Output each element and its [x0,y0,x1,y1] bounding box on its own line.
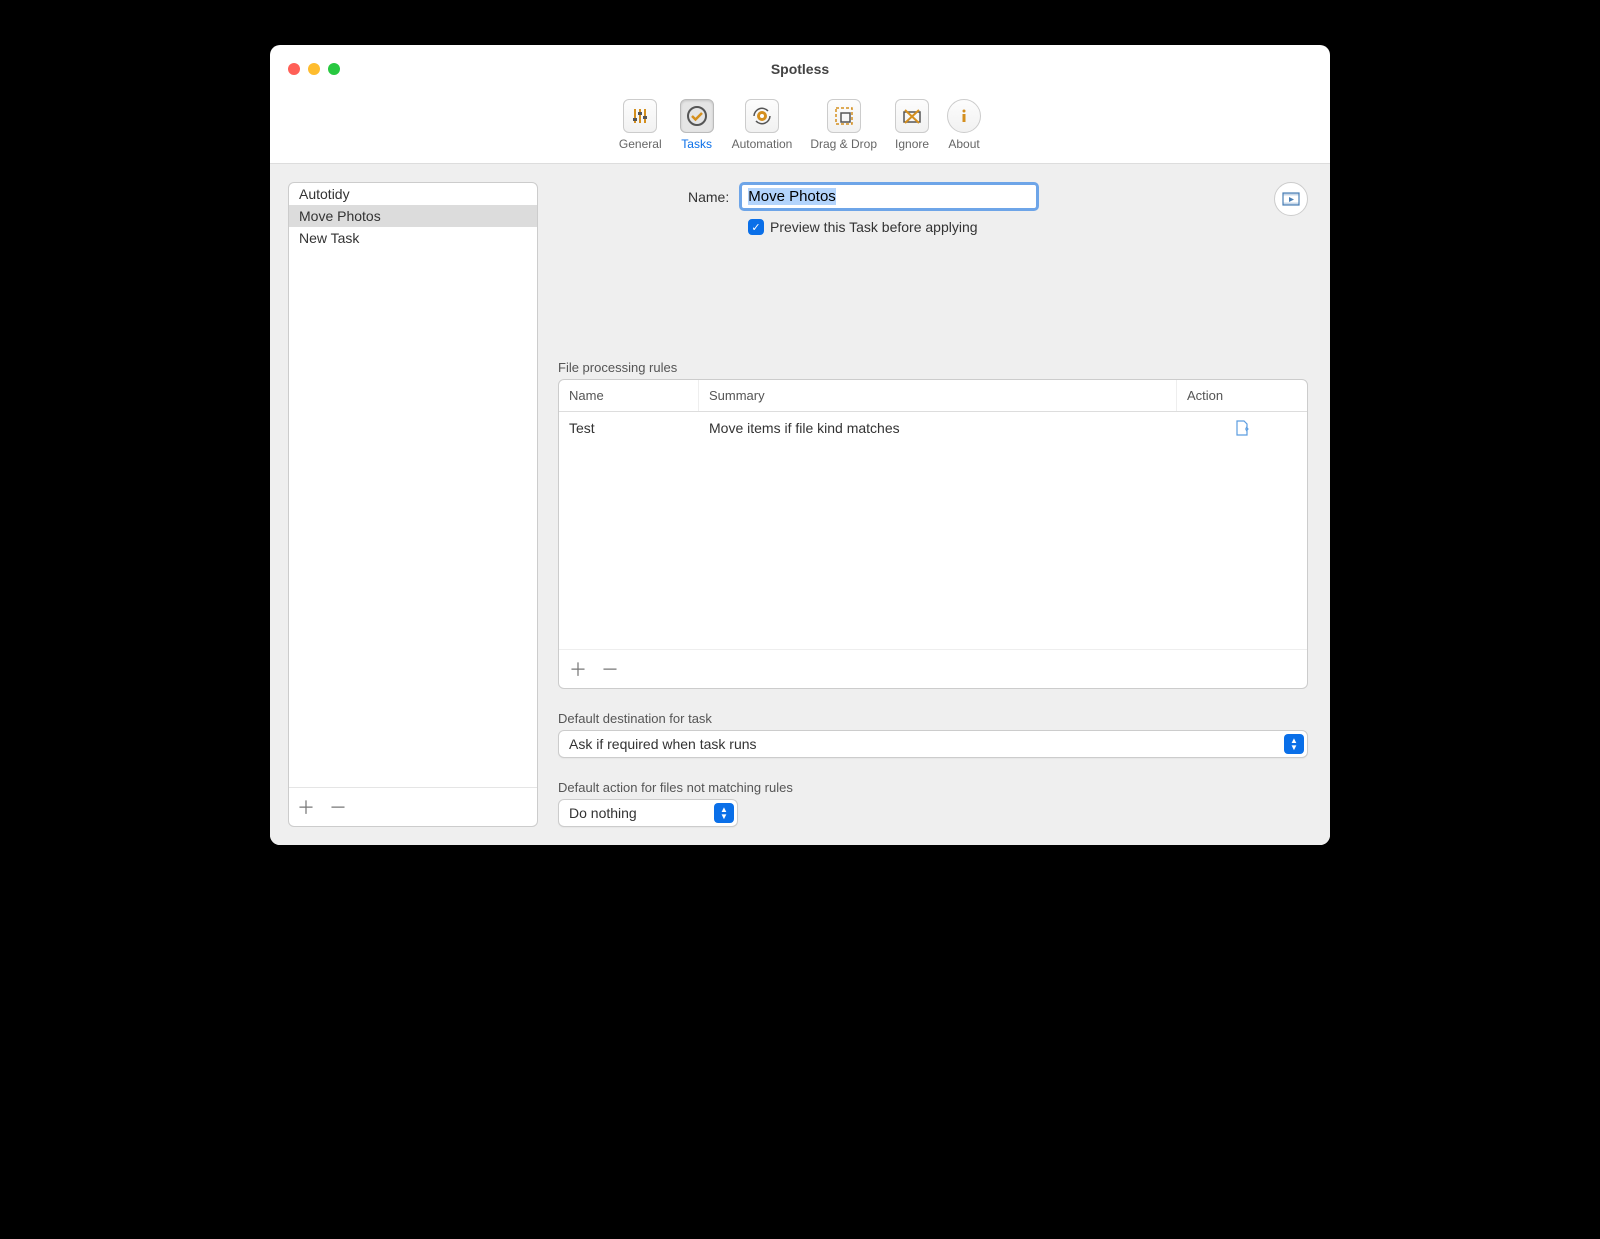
default-action-select[interactable]: Do nothing ▲▼ [558,799,738,827]
ignore-icon [895,99,929,133]
drag-drop-icon [827,99,861,133]
sidebar-footer: ＋ － [289,787,537,826]
chevron-up-down-icon: ▲▼ [714,803,734,823]
sidebar-item-autotidy[interactable]: Autotidy [289,183,537,205]
toolbar-label: General [619,137,662,151]
sliders-icon [623,99,657,133]
chevron-up-down-icon: ▲▼ [1284,734,1304,754]
window-controls [288,63,340,75]
default-destination-select[interactable]: Ask if required when task runs ▲▼ [558,730,1308,758]
sidebar-item-move-photos[interactable]: Move Photos [289,205,537,227]
toolbar-tab-ignore[interactable]: Ignore [891,97,933,153]
film-play-icon [1281,189,1301,209]
info-icon [947,99,981,133]
preferences-window: Spotless General Tasks [270,45,1330,845]
toolbar-tab-automation[interactable]: Automation [728,97,797,153]
toolbar-label: Automation [732,137,793,151]
rule-name-cell: Test [559,412,699,444]
column-header-name[interactable]: Name [559,380,699,411]
rules-table-header: Name Summary Action [559,380,1307,412]
name-section: Name: ✓ Preview this Task before applyin… [558,182,1308,338]
preferences-toolbar: General Tasks Automation [270,93,1330,164]
content-area: Autotidy Move Photos New Task ＋ － [270,164,1330,845]
task-detail-panel: Name: ✓ Preview this Task before applyin… [548,164,1330,845]
rules-footer: ＋ － [559,649,1307,688]
preview-checkbox[interactable]: ✓ [748,219,764,235]
column-header-action[interactable]: Action [1177,380,1307,411]
tasks-sidebar: Autotidy Move Photos New Task ＋ － [288,182,538,827]
gear-cycle-icon [745,99,779,133]
rule-summary-cell: Move items if file kind matches [699,412,1177,444]
help-video-button[interactable] [1274,182,1308,216]
default-action-section-label: Default action for files not matching ru… [558,780,1308,795]
remove-task-button[interactable]: － [329,794,347,820]
name-label: Name: [688,189,729,205]
rules-table-body: Test Move items if file kind matches [559,412,1307,649]
toolbar-label: Tasks [681,137,712,151]
toolbar-tab-general[interactable]: General [615,97,666,153]
zoom-window-button[interactable] [328,63,340,75]
rules-section-label: File processing rules [558,360,1308,375]
toolbar-label: About [948,137,979,151]
toolbar-label: Ignore [895,137,929,151]
toolbar-label: Drag & Drop [810,137,877,151]
preview-checkbox-label: Preview this Task before applying [770,219,978,235]
toolbar-tab-about[interactable]: About [943,97,985,153]
titlebar: Spotless [270,45,1330,93]
toolbar-tab-drag-drop[interactable]: Drag & Drop [806,97,881,153]
destination-section-label: Default destination for task [558,711,1308,726]
minimize-window-button[interactable] [308,63,320,75]
close-window-button[interactable] [288,63,300,75]
check-circle-icon [680,99,714,133]
rules-table: Name Summary Action Test Move items if f… [558,379,1308,689]
remove-rule-button[interactable]: － [601,656,619,682]
column-header-summary[interactable]: Summary [699,380,1177,411]
rule-action-cell[interactable] [1177,412,1307,444]
sidebar-item-new-task[interactable]: New Task [289,227,537,249]
window-title: Spotless [771,61,829,77]
select-value: Do nothing [569,805,637,821]
tasks-list: Autotidy Move Photos New Task [289,183,537,787]
rule-row[interactable]: Test Move items if file kind matches [559,412,1307,444]
add-task-button[interactable]: ＋ [297,794,315,820]
document-move-icon [1234,420,1250,436]
add-rule-button[interactable]: ＋ [569,656,587,682]
toolbar-tab-tasks[interactable]: Tasks [676,97,718,153]
select-value: Ask if required when task runs [569,736,757,752]
task-name-input[interactable] [739,182,1039,211]
